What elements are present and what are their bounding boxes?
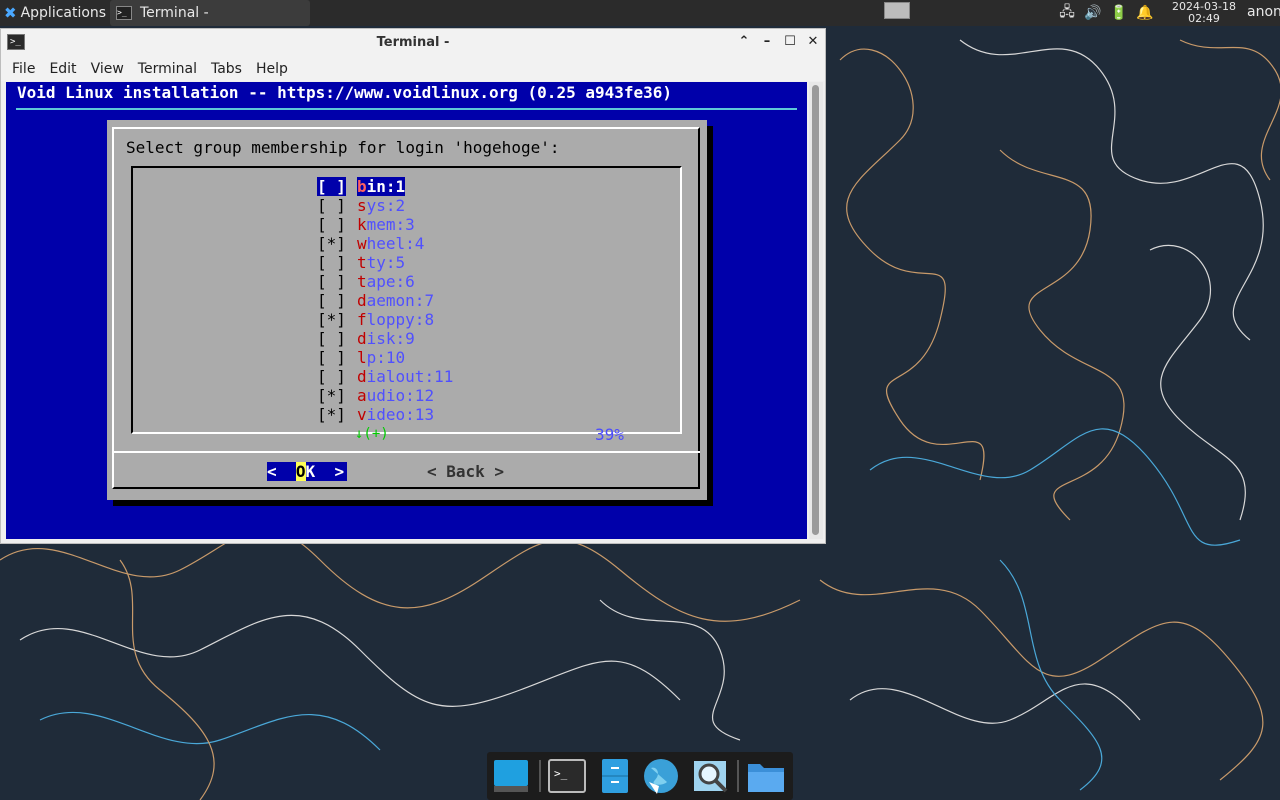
menu-help[interactable]: Help bbox=[249, 61, 295, 77]
terminal-icon[interactable]: >_ bbox=[546, 756, 588, 796]
scroll-percent: 39% bbox=[595, 425, 624, 444]
group-name: tty:5 bbox=[357, 253, 406, 272]
menu-edit[interactable]: Edit bbox=[42, 61, 83, 77]
group-name: video:13 bbox=[357, 405, 435, 424]
window-titlebar[interactable]: >_ Terminal - ⌃ – ☐ ✕ bbox=[1, 29, 825, 57]
shade-button[interactable]: ⌃ bbox=[736, 34, 752, 50]
group-checkbox[interactable]: [ ] bbox=[317, 215, 346, 234]
workspace-switcher[interactable] bbox=[884, 2, 910, 19]
group-checkbox[interactable]: [ ] bbox=[317, 348, 346, 367]
group-name: kmem:3 bbox=[357, 215, 415, 234]
menu-tabs[interactable]: Tabs bbox=[204, 61, 249, 77]
group-checkbox[interactable]: [*] bbox=[317, 310, 346, 329]
window-title: Terminal - bbox=[376, 35, 450, 50]
group-name: wheel:4 bbox=[357, 234, 425, 253]
dialog-prompt: Select group membership for login 'hogeh… bbox=[126, 138, 560, 157]
banner-rule bbox=[16, 108, 797, 110]
xfce-logo-icon: ✖ bbox=[4, 4, 17, 22]
taskbar-terminal-button[interactable]: >_ Terminal - bbox=[110, 0, 310, 26]
more-items-indicator: ↓(+) bbox=[355, 426, 389, 442]
clock[interactable]: 2024-03-18 02:49 bbox=[1166, 1, 1242, 25]
group-checkbox[interactable]: [ ] bbox=[317, 177, 346, 196]
dock: >_ bbox=[487, 752, 793, 800]
menu-view[interactable]: View bbox=[84, 61, 131, 77]
group-checkbox[interactable]: [*] bbox=[317, 386, 346, 405]
installer-banner: Void Linux installation -- https://www.v… bbox=[17, 83, 673, 102]
group-name: dialout:11 bbox=[357, 367, 454, 386]
clock-time: 02:49 bbox=[1188, 12, 1220, 25]
user-menu[interactable]: anon bbox=[1247, 4, 1280, 20]
dock-separator bbox=[539, 760, 541, 792]
group-checkbox[interactable]: [ ] bbox=[317, 272, 346, 291]
terminal-window: >_ Terminal - ⌃ – ☐ ✕ File Edit View Ter… bbox=[0, 28, 826, 544]
group-checkbox[interactable]: [*] bbox=[317, 234, 346, 253]
group-name: disk:9 bbox=[357, 329, 415, 348]
show-desktop-icon[interactable] bbox=[490, 756, 532, 796]
menu-bar: File Edit View Terminal Tabs Help bbox=[1, 57, 825, 81]
web-browser-icon[interactable] bbox=[640, 756, 682, 796]
group-name: bin:1 bbox=[357, 177, 406, 196]
app-finder-icon[interactable] bbox=[690, 756, 732, 796]
file-manager-icon[interactable] bbox=[594, 756, 636, 796]
taskbar-terminal-label: Terminal - bbox=[140, 5, 209, 21]
applications-menu-button[interactable]: ✖ Applications ☰ bbox=[0, 0, 120, 26]
dock-separator bbox=[737, 760, 739, 792]
scrollbar-thumb[interactable] bbox=[812, 85, 819, 535]
maximize-button[interactable]: ☐ bbox=[782, 34, 798, 50]
svg-text:>_: >_ bbox=[554, 767, 568, 780]
group-checkbox[interactable]: [ ] bbox=[317, 253, 346, 272]
notification-bell-icon[interactable]: 🔔 bbox=[1136, 4, 1154, 22]
group-name: sys:2 bbox=[357, 196, 406, 215]
back-button-label: < Back > bbox=[427, 462, 505, 481]
system-tray: 🖧 🔊 🔋 🔔 bbox=[1058, 0, 1154, 26]
group-name: floppy:8 bbox=[357, 310, 435, 329]
folder-icon[interactable] bbox=[745, 756, 787, 796]
terminal-scrollbar[interactable] bbox=[809, 82, 823, 539]
group-checkbox[interactable]: [ ] bbox=[317, 196, 346, 215]
group-name: daemon:7 bbox=[357, 291, 435, 310]
terminal-icon: >_ bbox=[116, 6, 132, 20]
close-button[interactable]: ✕ bbox=[805, 34, 821, 50]
group-checkbox[interactable]: [ ] bbox=[317, 367, 346, 386]
menu-terminal[interactable]: Terminal bbox=[131, 61, 204, 77]
minimize-button[interactable]: – bbox=[759, 34, 775, 50]
terminal-area[interactable]: Void Linux installation -- https://www.v… bbox=[6, 82, 807, 539]
group-checkbox[interactable]: [ ] bbox=[317, 329, 346, 348]
network-icon[interactable]: 🖧 bbox=[1058, 4, 1076, 22]
group-name: tape:6 bbox=[357, 272, 415, 291]
ok-button-label: < OK > bbox=[267, 462, 345, 481]
volume-icon[interactable]: 🔊 bbox=[1084, 4, 1102, 22]
applications-label: Applications bbox=[20, 5, 107, 21]
menu-file[interactable]: File bbox=[5, 61, 42, 77]
group-name: lp:10 bbox=[357, 348, 406, 367]
group-name: audio:12 bbox=[357, 386, 435, 405]
top-panel: ✖ Applications ☰ >_ Terminal - 🖧 🔊 🔋 🔔 2… bbox=[0, 0, 1280, 26]
group-checkbox[interactable]: [ ] bbox=[317, 291, 346, 310]
group-checkbox[interactable]: [*] bbox=[317, 405, 346, 424]
battery-icon[interactable]: 🔋 bbox=[1110, 4, 1128, 22]
button-separator bbox=[112, 451, 700, 453]
ok-button[interactable]: < OK > bbox=[267, 462, 347, 481]
group-membership-dialog: Select group membership for login 'hogeh… bbox=[107, 120, 707, 500]
